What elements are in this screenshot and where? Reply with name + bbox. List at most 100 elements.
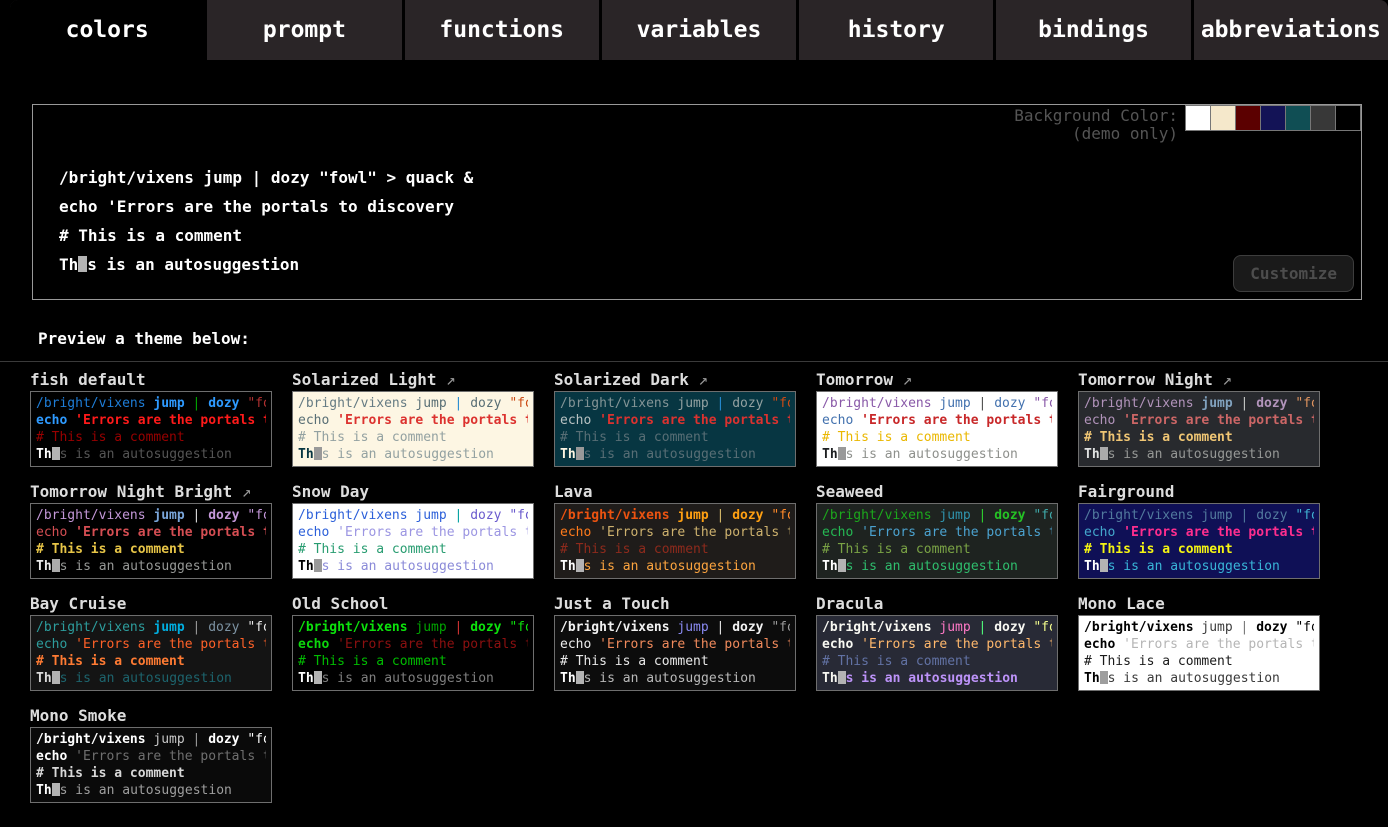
token-path: /bright/vixens bbox=[36, 620, 146, 635]
theme-name[interactable]: Mono Smoke bbox=[30, 706, 272, 727]
token-typed: Th bbox=[1084, 671, 1100, 686]
theme-sample-box[interactable]: /bright/vixens jump | dozy "fowl" > quac… bbox=[816, 391, 1058, 467]
theme-tile-bay-cruise[interactable]: Bay Cruise/bright/vixens jump | dozy "fo… bbox=[30, 594, 272, 691]
sample-string-line: echo 'Errors are the portals to discover… bbox=[822, 412, 1052, 429]
theme-sample-box[interactable]: /bright/vixens jump | dozy "fowl" > quac… bbox=[816, 503, 1058, 579]
theme-name[interactable]: Snow Day bbox=[292, 482, 534, 503]
sample-autosuggestion-line: Ths is an autosuggestion bbox=[560, 558, 790, 575]
theme-tile-solarized-light[interactable]: Solarized Light ↗/bright/vixens jump | d… bbox=[292, 370, 534, 467]
tab-bindings[interactable]: bindings bbox=[996, 0, 1193, 60]
theme-name[interactable]: Just a Touch bbox=[554, 594, 796, 615]
theme-tile-tomorrow-night[interactable]: Tomorrow Night ↗/bright/vixens jump | do… bbox=[1078, 370, 1320, 467]
sample-autosuggestion-line: Th s is an autosuggestion bbox=[36, 558, 266, 575]
theme-name[interactable]: Fairground bbox=[1078, 482, 1320, 503]
theme-name[interactable]: Old School bbox=[292, 594, 534, 615]
theme-sample-box[interactable]: /bright/vixens jump | dozy "fowl" > quac… bbox=[292, 615, 534, 691]
theme-sample-box[interactable]: /bright/vixens jump | dozy "fowl" > quac… bbox=[292, 503, 534, 579]
token-comment: # This is a comment bbox=[298, 542, 447, 557]
preview-autosuggestion-text: s is an autosuggestion bbox=[87, 255, 299, 274]
tab-history[interactable]: history bbox=[799, 0, 996, 60]
external-link-icon[interactable]: ↗ bbox=[232, 482, 251, 501]
theme-sample-box[interactable]: /bright/vixens jump | dozy "fowl" > quac… bbox=[1078, 615, 1320, 691]
theme-tile-fish-default[interactable]: fish default/bright/vixens jump | dozy "… bbox=[30, 370, 272, 467]
token-typed: Th bbox=[822, 559, 838, 574]
bg-swatch-0[interactable] bbox=[1185, 105, 1211, 131]
theme-tile-seaweed[interactable]: Seaweed/bright/vixens jump | dozy "fowl"… bbox=[816, 482, 1058, 579]
token-quote: "fowl" > quack & bbox=[771, 620, 790, 635]
token-dozy: dozy bbox=[732, 620, 763, 635]
bg-swatch-6[interactable] bbox=[1335, 105, 1361, 131]
sample-comment-line: # This is a comment bbox=[298, 429, 528, 446]
theme-tile-mono-lace[interactable]: Mono Lace/bright/vixens jump | dozy "fow… bbox=[1078, 594, 1320, 691]
theme-name[interactable]: Tomorrow ↗ bbox=[816, 370, 1058, 391]
external-link-icon[interactable]: ↗ bbox=[689, 370, 708, 389]
bg-swatch-4[interactable] bbox=[1285, 105, 1311, 131]
token-comment: # This is a comment bbox=[298, 430, 447, 445]
theme-name[interactable]: Solarized Dark ↗ bbox=[554, 370, 796, 391]
theme-sample-box[interactable]: /bright/vixens jump | dozy "fowl" > quac… bbox=[292, 391, 534, 467]
theme-sample-box[interactable]: /bright/vixens jump | dozy "fowl" > quac… bbox=[30, 391, 272, 467]
theme-sample-box[interactable]: /bright/vixens jump | dozy "fowl" > quac… bbox=[30, 615, 272, 691]
token-pipe: | bbox=[979, 508, 987, 523]
customize-button[interactable]: Customize bbox=[1233, 255, 1354, 292]
theme-tile-snow-day[interactable]: Snow Day/bright/vixens jump | dozy "fowl… bbox=[292, 482, 534, 579]
tab-variables[interactable]: variables bbox=[602, 0, 799, 60]
external-link-icon[interactable]: ↗ bbox=[437, 370, 456, 389]
bg-swatch-5[interactable] bbox=[1310, 105, 1336, 131]
theme-tile-solarized-dark[interactable]: Solarized Dark ↗/bright/vixens jump | do… bbox=[554, 370, 796, 467]
theme-sample-box[interactable]: /bright/vixens jump | dozy "fowl" > quac… bbox=[554, 615, 796, 691]
section-divider bbox=[0, 361, 1388, 362]
external-link-icon[interactable]: ↗ bbox=[1213, 370, 1232, 389]
theme-tile-dracula[interactable]: Dracula/bright/vixens jump | dozy "fowl"… bbox=[816, 594, 1058, 691]
theme-tile-tomorrow-night-bright[interactable]: Tomorrow Night Bright ↗/bright/vixens ju… bbox=[30, 482, 272, 579]
theme-tile-lava[interactable]: Lava/bright/vixens jump | dozy "fowl" > … bbox=[554, 482, 796, 579]
token-typed: Th bbox=[36, 559, 52, 574]
theme-tile-fairground[interactable]: Fairground/bright/vixens jump | dozy "fo… bbox=[1078, 482, 1320, 579]
theme-sample-box[interactable]: /bright/vixens jump | dozy "fowl" > quac… bbox=[554, 503, 796, 579]
tab-prompt[interactable]: prompt bbox=[207, 0, 404, 60]
theme-sample-box[interactable]: /bright/vixens jump | dozy "fowl" > quac… bbox=[30, 727, 272, 803]
theme-tile-old-school[interactable]: Old School/bright/vixens jump | dozy "fo… bbox=[292, 594, 534, 691]
theme-name[interactable]: Mono Lace bbox=[1078, 594, 1320, 615]
sample-command-line: /bright/vixens jump | dozy "fowl" > quac… bbox=[298, 619, 528, 636]
token-dozy: dozy bbox=[470, 620, 501, 635]
token-autosug: s is an autosuggestion bbox=[60, 559, 232, 574]
tab-colors[interactable]: colors bbox=[10, 0, 207, 60]
token-echo: echo bbox=[298, 637, 329, 652]
theme-sample-box[interactable]: /bright/vixens jump | dozy "fowl" > quac… bbox=[1078, 503, 1320, 579]
theme-sample-box[interactable]: /bright/vixens jump | dozy "fowl" > quac… bbox=[816, 615, 1058, 691]
token-typed: Th bbox=[560, 559, 576, 574]
theme-name[interactable]: Solarized Light ↗ bbox=[292, 370, 534, 391]
token-jump: jump bbox=[939, 508, 970, 523]
sample-command-line: /bright/vixens jump | dozy "fowl" > quac… bbox=[36, 395, 266, 412]
theme-name[interactable]: Tomorrow Night ↗ bbox=[1078, 370, 1320, 391]
theme-name[interactable]: Seaweed bbox=[816, 482, 1058, 503]
theme-sample-box[interactable]: /bright/vixens jump | dozy "fowl" > quac… bbox=[1078, 391, 1320, 467]
theme-name[interactable]: Bay Cruise bbox=[30, 594, 272, 615]
tab-functions[interactable]: functions bbox=[405, 0, 602, 60]
bg-swatch-2[interactable] bbox=[1235, 105, 1261, 131]
token-str: 'Errors are the portals to discovery bbox=[861, 637, 1052, 652]
sample-autosuggestion-line: Ths is an autosuggestion bbox=[822, 670, 1052, 687]
bg-swatch-3[interactable] bbox=[1260, 105, 1286, 131]
theme-tile-mono-smoke[interactable]: Mono Smoke/bright/vixens jump | dozy "fo… bbox=[30, 706, 272, 803]
sample-string-line: echo 'Errors are the portals to discover… bbox=[560, 636, 790, 653]
cursor-block bbox=[314, 671, 322, 684]
external-link-icon[interactable]: ↗ bbox=[893, 370, 912, 389]
sample-command-line: /bright/vixens jump | dozy "fowl" > quac… bbox=[36, 619, 266, 636]
theme-tile-just-a-touch[interactable]: Just a Touch/bright/vixens jump | dozy "… bbox=[554, 594, 796, 691]
tab-abbreviations[interactable]: abbreviations bbox=[1194, 0, 1388, 60]
theme-name[interactable]: fish default bbox=[30, 370, 272, 391]
theme-sample-box[interactable]: /bright/vixens jump | dozy "fowl" > quac… bbox=[554, 391, 796, 467]
bg-swatch-1[interactable] bbox=[1210, 105, 1236, 131]
theme-tile-tomorrow[interactable]: Tomorrow ↗/bright/vixens jump | dozy "fo… bbox=[816, 370, 1058, 467]
token-echo: echo bbox=[1084, 637, 1115, 652]
token-dozy: dozy bbox=[732, 508, 763, 523]
theme-name[interactable]: Tomorrow Night Bright ↗ bbox=[30, 482, 272, 503]
sample-autosuggestion-line: Ths is an autosuggestion bbox=[560, 446, 790, 463]
theme-name[interactable]: Dracula bbox=[816, 594, 1058, 615]
cursor-block bbox=[52, 447, 60, 460]
token-path: /bright/vixens bbox=[298, 508, 408, 523]
theme-sample-box[interactable]: /bright/vixens jump | dozy "fowl" > quac… bbox=[30, 503, 272, 579]
theme-name[interactable]: Lava bbox=[554, 482, 796, 503]
